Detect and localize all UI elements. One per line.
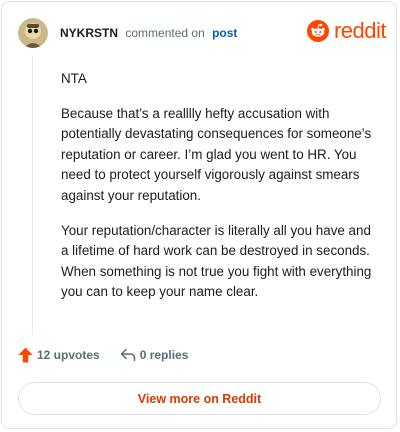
reddit-logo[interactable]: reddit [306,18,387,44]
reddit-wordmark: reddit [333,18,387,43]
reply-icon [120,348,135,362]
post-link[interactable]: post [212,26,237,40]
upvote-button[interactable]: 12 upvotes [18,347,100,363]
comment-paragraph: Your reputation/character is literally a… [61,222,372,300]
comment-paragraph: NTA [61,71,87,86]
reddit-snoo-icon [306,20,329,42]
avatar[interactable] [18,18,48,48]
comment-body: NTA Because that’s a realllly hefty accu… [61,69,379,317]
commented-text: commented on [125,26,205,40]
comment-actions: 12 upvotes 0 replies [18,347,188,363]
view-more-button[interactable]: View more on Reddit [18,382,381,415]
comment-header: NYKRSTN commented on post [18,17,237,49]
username[interactable]: NYKRSTN [60,26,118,40]
upvote-count: 12 upvotes [37,348,100,362]
upvote-arrow-icon [18,347,33,363]
thread-line [32,56,33,335]
reply-button[interactable]: 0 replies [120,348,189,362]
comment-meta: NYKRSTN commented on post [60,26,237,40]
reply-count: 0 replies [139,348,189,362]
comment-paragraph: Because that’s a realllly hefty accusati… [61,105,372,203]
